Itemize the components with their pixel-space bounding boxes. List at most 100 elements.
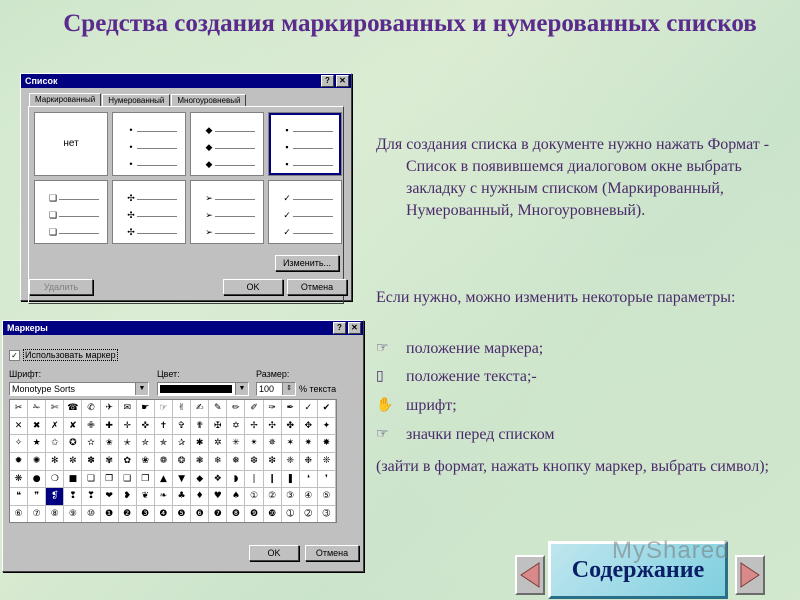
symbol-cell[interactable]: ❸ <box>137 506 155 522</box>
symbol-cell[interactable]: ☎ <box>64 400 83 418</box>
symbol-cell[interactable]: ☞ <box>154 400 173 418</box>
symbol-cell[interactable]: ✁ <box>28 400 47 418</box>
symbol-cell[interactable]: ✶ <box>281 435 300 454</box>
symbol-cell[interactable]: ② <box>263 488 282 507</box>
symbol-cell[interactable]: ⑥ <box>10 506 29 522</box>
symbol-cell[interactable]: ❤ <box>100 488 119 507</box>
symbol-cell[interactable]: ✴ <box>245 435 264 454</box>
symbol-cell[interactable]: ❐ <box>100 470 119 489</box>
symbol-cell[interactable]: ✑ <box>263 400 282 418</box>
symbol-cell[interactable]: ❖ <box>209 470 228 489</box>
close-button[interactable]: ✕ <box>348 322 361 334</box>
symbol-cell[interactable]: ✘ <box>64 417 83 436</box>
symbol-cell[interactable]: ❍ <box>46 470 65 489</box>
symbol-cell[interactable]: ① <box>245 488 264 507</box>
list-style-option[interactable]: нет <box>34 112 108 176</box>
symbol-cell[interactable]: ❝ <box>10 488 29 507</box>
list-style-option[interactable]: ❑ ❑ ❑ <box>34 180 108 244</box>
symbol-cell[interactable]: ❢ <box>64 488 83 507</box>
symbol-cell[interactable]: ❛ <box>299 470 318 489</box>
symbol-cell[interactable]: ❃ <box>191 453 210 471</box>
symbol-cell[interactable]: ✆ <box>82 400 101 418</box>
symbol-cell[interactable]: ✈ <box>100 400 119 418</box>
tab-bulleted[interactable]: Маркированный <box>29 93 102 107</box>
symbol-cell[interactable]: ✣ <box>263 417 282 436</box>
symbol-cell[interactable]: ▲ <box>154 470 173 489</box>
symbol-cell[interactable]: ✬ <box>100 435 119 454</box>
symbol-cell[interactable]: ➁ <box>300 506 318 522</box>
symbol-cell[interactable]: ❊ <box>317 453 336 471</box>
list-style-option[interactable]: • • • <box>112 112 186 176</box>
symbol-cell[interactable]: ✻ <box>46 453 65 471</box>
symbol-cell[interactable]: ③ <box>281 488 300 507</box>
symbol-cell[interactable]: ✗ <box>46 417 65 436</box>
symbol-cell[interactable]: ✢ <box>245 417 264 436</box>
symbol-cell[interactable]: ❞ <box>28 488 47 507</box>
symbol-cell[interactable]: ✭ <box>118 435 137 454</box>
checkbox-icon[interactable]: ✓ <box>9 349 20 361</box>
symbol-cell[interactable]: ✱ <box>191 435 210 454</box>
symbol-cell[interactable]: ✐ <box>245 400 264 418</box>
symbol-cell[interactable]: ✍ <box>191 400 210 418</box>
symbol-cell[interactable]: ✒ <box>281 400 300 418</box>
chevron-down-icon[interactable]: ▼ <box>135 383 148 395</box>
symbol-cell[interactable]: ❙ <box>263 470 282 489</box>
symbol-cell[interactable]: ❿ <box>264 506 282 522</box>
symbol-cell[interactable]: ❆ <box>245 453 264 471</box>
symbol-cell[interactable]: ✿ <box>118 453 137 471</box>
symbol-cell[interactable]: ✦ <box>317 417 336 436</box>
symbol-cell[interactable]: ✟ <box>191 417 210 436</box>
symbol-cell[interactable]: ✜ <box>136 417 155 436</box>
symbol-cell[interactable]: ✤ <box>281 417 300 436</box>
symbol-cell[interactable]: ❘ <box>245 470 264 489</box>
symbol-cell[interactable]: ✌ <box>172 400 192 418</box>
list-style-option[interactable]: ✓ ✓ ✓ <box>268 180 342 244</box>
symbol-cell[interactable]: ✮ <box>136 435 155 454</box>
symbol-cell[interactable]: ❇ <box>263 453 282 471</box>
symbol-cell[interactable]: ❾ <box>245 506 264 522</box>
symbol-cell[interactable]: ✥ <box>299 417 318 436</box>
cancel-button[interactable]: Отмена <box>287 279 347 295</box>
symbol-cell[interactable]: ⑨ <box>64 506 83 522</box>
symbol-cell[interactable]: ❽ <box>227 506 246 522</box>
symbol-cell[interactable]: ④ <box>299 488 318 507</box>
symbol-cell[interactable]: ✕ <box>10 417 29 436</box>
symbol-cell[interactable]: ♠ <box>227 488 246 507</box>
symbol-cell[interactable]: ☛ <box>136 400 155 418</box>
symbol-cell[interactable]: ✹ <box>10 453 29 471</box>
symbol-cell[interactable]: ✝ <box>154 417 173 436</box>
symbol-cell[interactable]: ➂ <box>318 506 336 522</box>
symbol-cell[interactable]: ❅ <box>227 453 246 471</box>
symbol-cell[interactable]: ❄ <box>209 453 228 471</box>
size-input[interactable]: 100 ⇕ <box>256 382 296 396</box>
symbol-cell[interactable]: ❹ <box>155 506 173 522</box>
ok-button[interactable]: OK <box>223 279 283 295</box>
symbol-cell[interactable]: ✸ <box>317 435 336 454</box>
symbol-cell[interactable]: ✰ <box>172 435 192 454</box>
symbol-cell[interactable]: ♦ <box>191 488 210 507</box>
symbol-cell[interactable]: ⑤ <box>317 488 336 507</box>
symbol-cell[interactable]: ✽ <box>82 453 101 471</box>
symbol-cell[interactable]: ❡ <box>46 488 65 507</box>
symbol-cell[interactable]: ✚ <box>100 417 119 436</box>
symbol-cell[interactable]: ✓ <box>299 400 318 418</box>
help-button[interactable]: ? <box>333 322 346 334</box>
symbol-cell[interactable]: ✼ <box>64 453 83 471</box>
cancel-button[interactable]: Отмена <box>305 545 359 561</box>
symbol-cell[interactable]: ❑ <box>118 470 137 489</box>
symbol-cell[interactable]: ✵ <box>263 435 282 454</box>
symbol-cell[interactable]: ⑧ <box>46 506 65 522</box>
symbol-cell[interactable]: ❂ <box>172 453 192 471</box>
symbol-cell[interactable]: ✞ <box>172 417 192 436</box>
symbol-cell[interactable]: ✂ <box>10 400 29 418</box>
symbol-cell[interactable]: ❶ <box>101 506 119 522</box>
spinner-icon[interactable]: ⇕ <box>282 383 295 395</box>
symbol-cell[interactable]: ❥ <box>118 488 137 507</box>
symbol-cell[interactable]: ❧ <box>154 488 173 507</box>
symbol-cell[interactable]: ✉ <box>118 400 137 418</box>
use-marker-checkbox-row[interactable]: ✓ Использовать маркер <box>9 349 118 361</box>
list-style-option[interactable]: ➢ ➢ ➢ <box>190 180 264 244</box>
symbol-cell[interactable]: ❒ <box>136 470 155 489</box>
delete-button[interactable]: Удалить <box>29 279 93 295</box>
symbol-cell[interactable]: ❈ <box>281 453 300 471</box>
